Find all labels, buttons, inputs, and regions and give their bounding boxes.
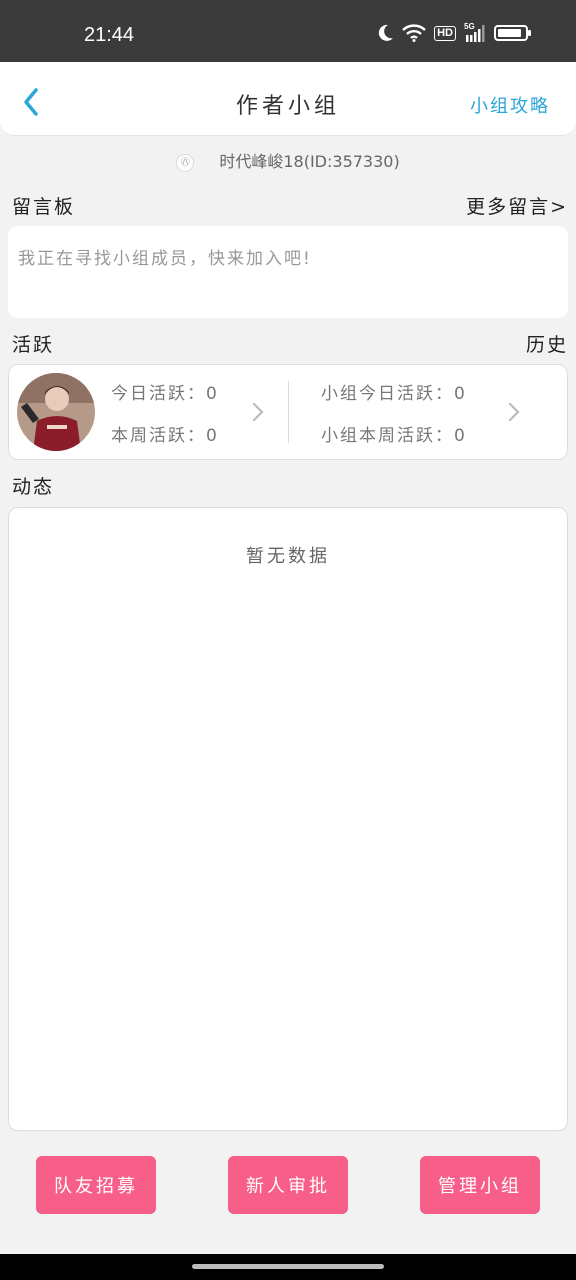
badge-icon: ㊇: [176, 153, 195, 172]
message-board-title: 留言板: [12, 196, 76, 218]
chevron-right-icon: [508, 402, 520, 422]
owner-text: 时代峰峻18(ID:357330): [219, 152, 400, 171]
divider: [288, 381, 289, 443]
message-board-content: 我正在寻找小组成员，快来加入吧!: [18, 249, 312, 269]
hd-icon: HD: [434, 25, 456, 41]
battery-icon: [494, 25, 531, 41]
activity-title: 活跃: [12, 334, 55, 356]
approve-button[interactable]: 新人审批: [228, 1156, 348, 1214]
status-bar: 21:44 HD 5G: [0, 0, 576, 62]
signal-5g-icon: 5G: [464, 22, 486, 42]
feed-header: 动态: [12, 472, 568, 499]
empty-state-text: 暂无数据: [246, 546, 330, 567]
recruit-button[interactable]: 队友招募: [36, 1156, 156, 1214]
group-week-activity: 小组本周活跃：0: [321, 426, 467, 446]
group-owner: ㊇ 时代峰峻18(ID:357330): [0, 148, 576, 172]
message-board-card[interactable]: 我正在寻找小组成员，快来加入吧!: [8, 226, 568, 318]
history-link[interactable]: 历史: [526, 330, 568, 357]
wifi-icon: [402, 24, 426, 42]
header: 作者小组 小组攻略: [0, 62, 576, 136]
group-guide-link[interactable]: 小组攻略: [470, 92, 550, 118]
feed-title: 动态: [12, 476, 55, 498]
chevron-right-icon: [252, 402, 264, 422]
activity-card[interactable]: 今日活跃：0 本周活跃：0 小组今日活跃：0 小组本周活跃：0: [8, 364, 568, 460]
group-today-activity: 小组今日活跃：0: [321, 384, 467, 404]
message-board-header: 留言板 更多留言>: [12, 192, 568, 219]
activity-header: 活跃 历史: [12, 330, 568, 357]
navigation-bar: [0, 1254, 576, 1280]
avatar: [17, 373, 95, 451]
feed-card: 暂无数据: [8, 507, 568, 1131]
battery-level: [498, 29, 521, 37]
home-indicator[interactable]: [192, 1264, 384, 1269]
week-activity: 本周活跃：0: [111, 426, 219, 446]
moon-icon: [378, 24, 394, 41]
manage-group-button[interactable]: 管理小组: [420, 1156, 540, 1214]
today-activity: 今日活跃：0: [111, 384, 219, 404]
status-icons: HD 5G: [376, 22, 531, 42]
status-time: 21:44: [84, 24, 135, 46]
more-messages-link[interactable]: 更多留言>: [466, 192, 568, 219]
